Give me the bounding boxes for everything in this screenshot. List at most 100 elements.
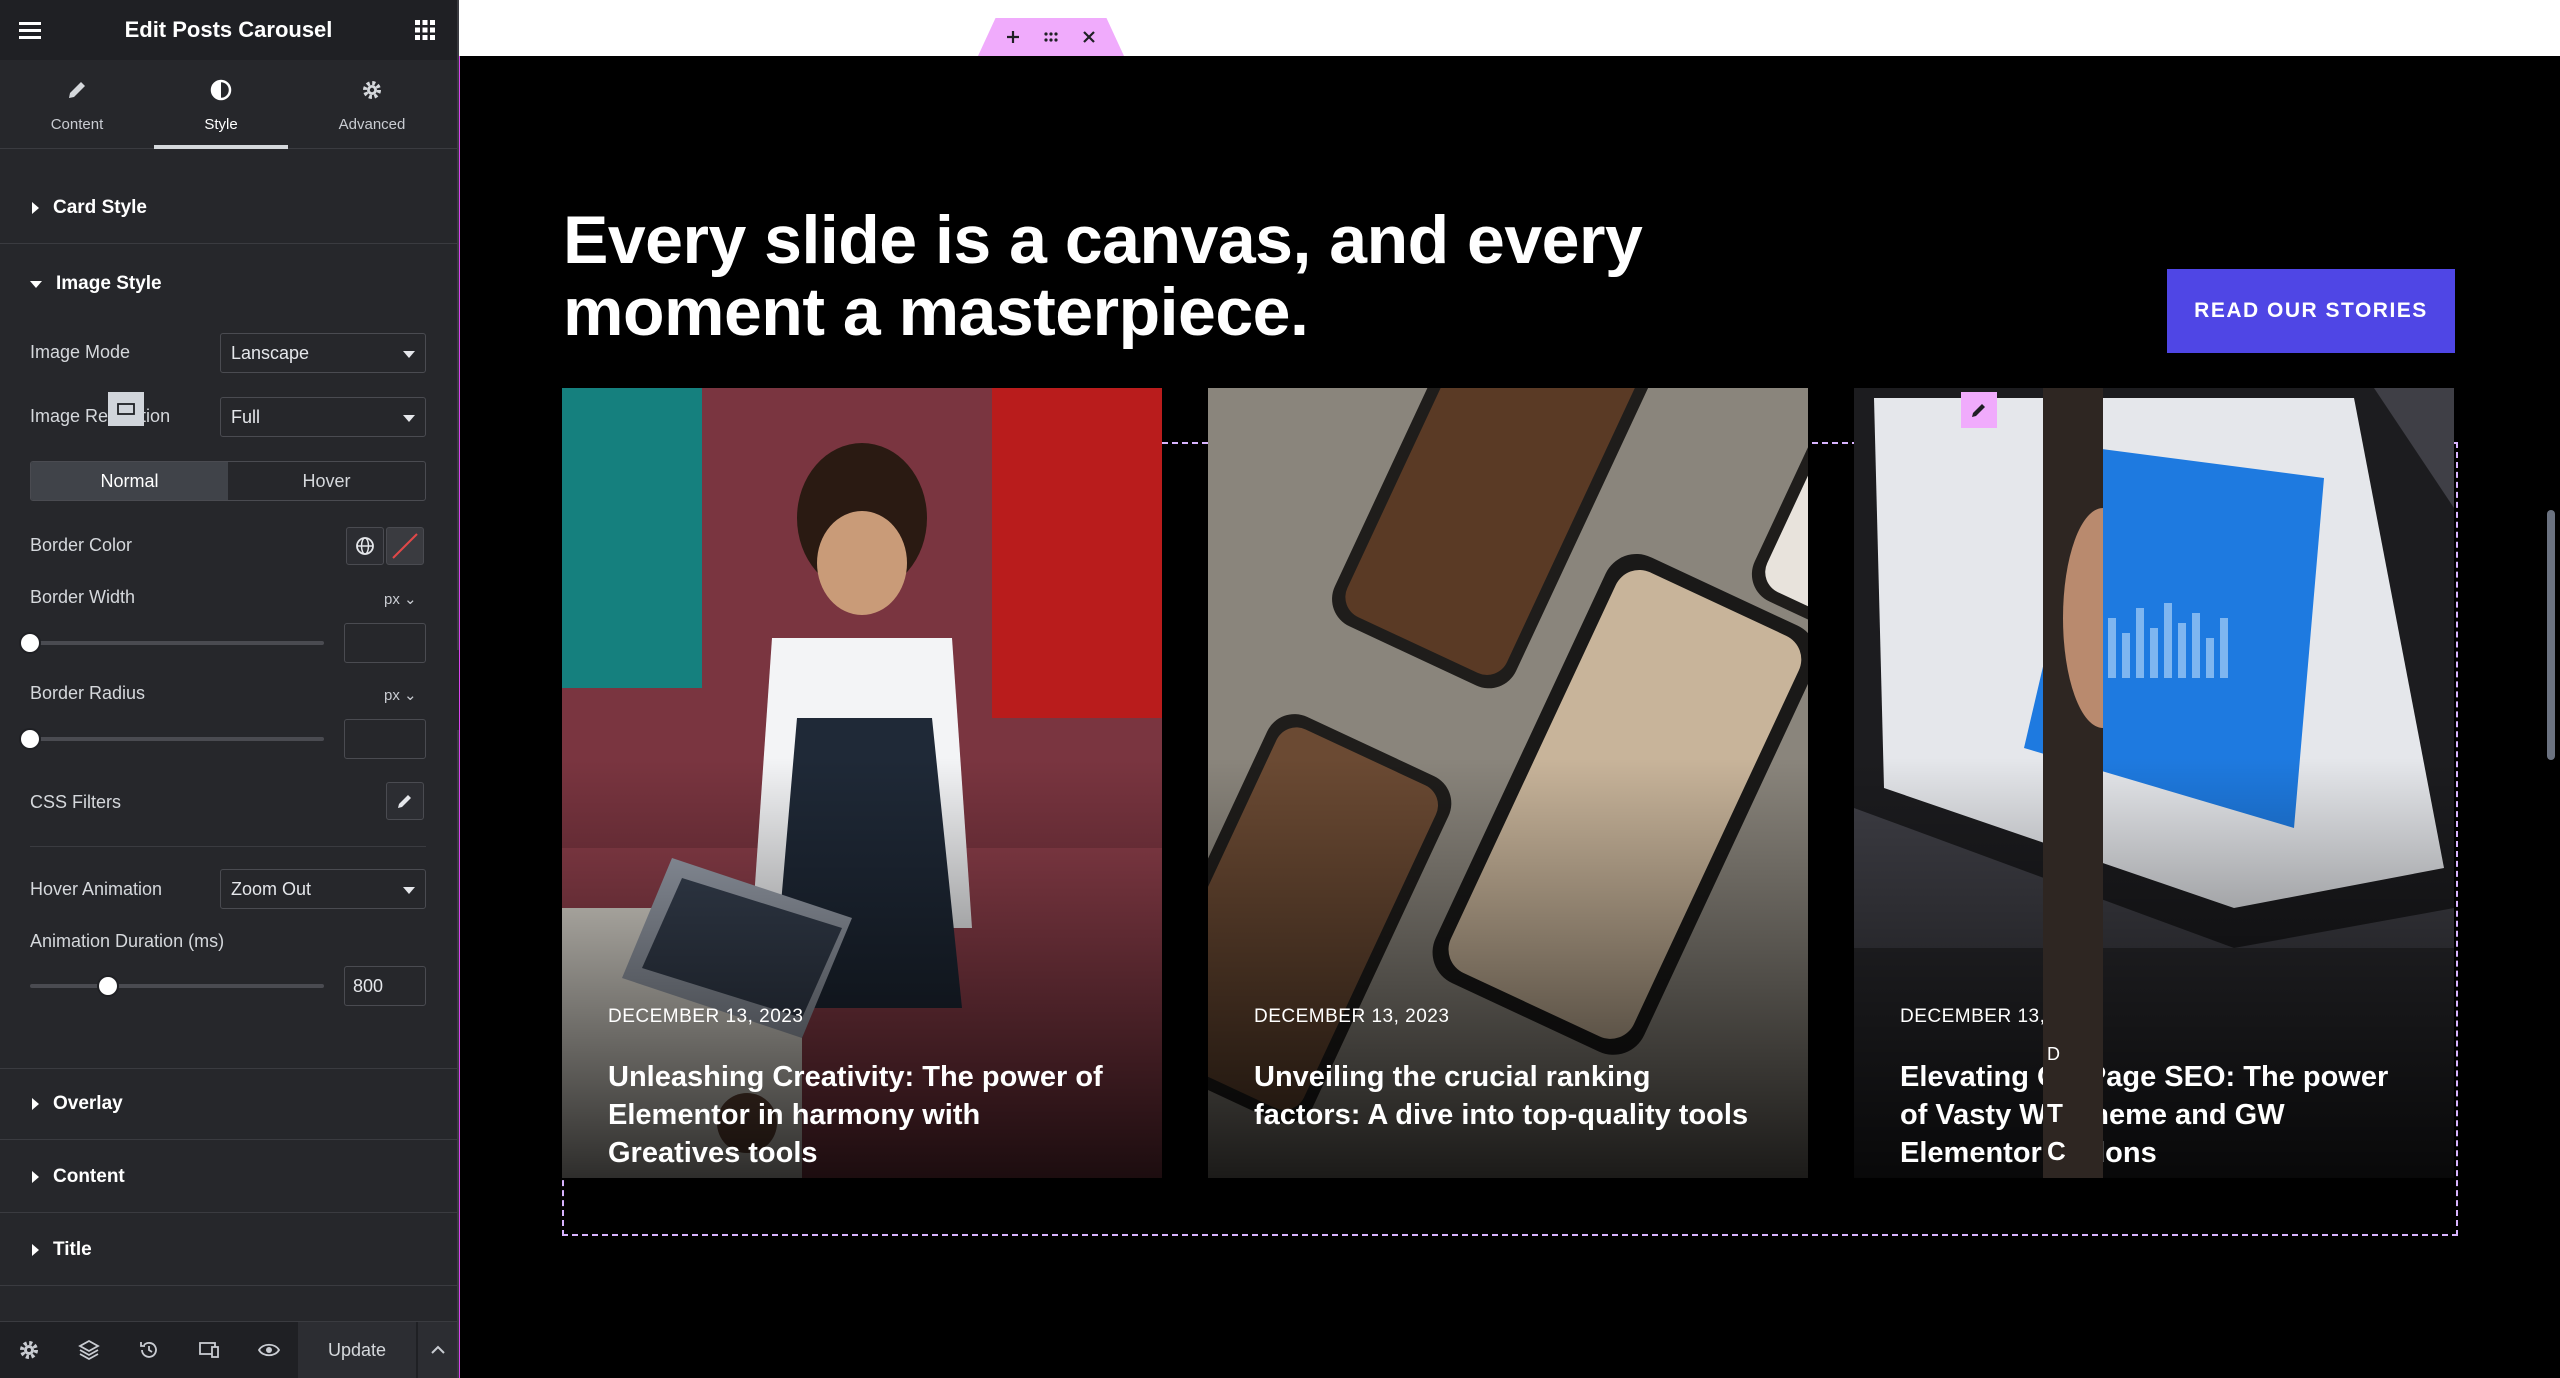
caret-right-icon — [32, 1098, 39, 1110]
preview-eye-icon[interactable] — [257, 1338, 281, 1362]
border-width-unit-label: px — [384, 591, 400, 608]
hover-animation-label: Hover Animation — [30, 879, 163, 899]
section-headline[interactable]: Every slide is a canvas, and every momen… — [563, 204, 1683, 348]
global-colors-button[interactable] — [346, 527, 384, 565]
divider — [30, 846, 426, 847]
next-post-card-peek[interactable]: D T C — [2043, 388, 2103, 1178]
image-resolution-label: Image Resolution — [30, 406, 171, 426]
section-handle — [978, 18, 1124, 56]
hover-animation-value: Zoom Out — [231, 878, 312, 899]
image-resolution-value: Full — [231, 406, 261, 427]
pencil-icon — [398, 795, 411, 808]
css-filters-label: CSS Filters — [30, 792, 122, 812]
border-width-input[interactable] — [344, 623, 426, 663]
caret-down-icon — [30, 280, 42, 288]
pencil-icon — [69, 82, 85, 98]
section-card-style[interactable]: Card Style — [0, 172, 457, 244]
border-radius-unit-label: px — [384, 687, 400, 704]
post-title[interactable]: Unveiling the crucial ranking factors: A… — [1254, 1058, 1754, 1134]
panel-header: Edit Posts Carousel — [0, 0, 457, 60]
section-image-style-label: Image Style — [56, 273, 162, 294]
dropdown-arrow-icon — [403, 887, 415, 894]
post-title[interactable]: Elevating On-Page SEO: The power of Vast… — [1900, 1058, 2400, 1172]
dropdown-arrow-icon — [403, 351, 415, 358]
responsive-mode-icon[interactable] — [197, 1338, 221, 1362]
update-options-button[interactable] — [418, 1322, 457, 1378]
section-content-label: Content — [53, 1165, 125, 1187]
image-resolution-select[interactable]: Full — [220, 397, 426, 437]
layers-icon[interactable] — [77, 1338, 101, 1362]
edit-widget-button[interactable] — [1961, 392, 1997, 428]
tab-style-label: Style — [204, 116, 238, 133]
pencil-icon — [1972, 404, 1985, 417]
border-width-label: Border Width — [30, 587, 136, 607]
peek-post-title-line2: C — [2047, 1136, 2066, 1166]
section-overlay[interactable]: Overlay — [0, 1068, 457, 1140]
peek-post-title-line1: T — [2047, 1098, 2063, 1128]
tab-content-label: Content — [50, 116, 104, 133]
post-date: DECEMBER 13, 2023 — [1254, 1006, 1450, 1027]
border-width-slider-handle[interactable] — [19, 632, 41, 654]
hover-animation-select[interactable]: Zoom Out — [220, 869, 426, 909]
panel-tabs: Content Style Advanced — [0, 60, 457, 149]
section-title-label: Title — [53, 1238, 92, 1260]
panel-footer: Update — [0, 1321, 457, 1378]
tab-style[interactable]: Style — [154, 60, 288, 149]
border-radius-slider-handle[interactable] — [19, 728, 41, 750]
image-mode-select[interactable]: Lanscape — [220, 333, 426, 373]
half-circle-icon — [210, 79, 232, 101]
gear-icon — [363, 81, 381, 99]
animation-duration-input[interactable]: 800 — [344, 966, 426, 1006]
border-radius-slider-track[interactable] — [30, 737, 324, 741]
scrollbar[interactable] — [2547, 510, 2555, 760]
post-card[interactable]: DECEMBER 13, 2023 Unleashing Creativity:… — [562, 388, 1162, 1178]
border-width-unit[interactable]: px ⌄ — [384, 590, 417, 608]
post-title[interactable]: Unleashing Creativity: The power of Elem… — [608, 1058, 1108, 1172]
drag-handle-icon[interactable] — [1043, 29, 1059, 45]
section-card-style-label: Card Style — [53, 196, 147, 218]
tab-content[interactable]: Content — [10, 60, 144, 148]
state-hover-button[interactable]: Hover — [228, 462, 425, 500]
section-overlay-label: Overlay — [53, 1093, 123, 1114]
animation-duration-slider-handle[interactable] — [97, 975, 119, 997]
globe-icon — [356, 537, 374, 555]
image-mode-value: Lanscape — [231, 342, 310, 363]
border-radius-unit[interactable]: px ⌄ — [384, 686, 417, 704]
normal-hover-toggle: Normal Hover — [30, 461, 426, 501]
animation-duration-slider-track[interactable] — [30, 984, 324, 988]
caret-right-icon — [32, 201, 39, 214]
caret-right-icon — [32, 1243, 39, 1256]
panel-title: Edit Posts Carousel — [124, 17, 333, 42]
tab-advanced[interactable]: Advanced — [305, 60, 439, 148]
section-content[interactable]: Content — [0, 1141, 457, 1213]
state-normal-button[interactable]: Normal — [31, 462, 228, 500]
border-radius-label: Border Radius — [30, 683, 146, 703]
css-filters-edit-button[interactable] — [386, 782, 424, 820]
widgets-grid-icon[interactable] — [411, 16, 439, 44]
dropdown-arrow-icon — [403, 415, 415, 422]
read-our-stories-button[interactable]: READ OUR STORIES — [2167, 269, 2455, 353]
image-widget-icon[interactable] — [108, 392, 144, 426]
add-icon[interactable] — [1005, 29, 1021, 45]
border-color-label: Border Color — [30, 535, 133, 555]
border-color-swatch[interactable] — [386, 527, 424, 565]
history-icon[interactable] — [137, 1338, 161, 1362]
editor-panel: Edit Posts Carousel Content Style Advanc… — [0, 0, 459, 1378]
post-card[interactable]: DECEMBER 13, 2023 Unveiling the crucial … — [1208, 388, 1808, 1178]
hamburger-menu-icon[interactable] — [16, 16, 44, 44]
section-title[interactable]: Title — [0, 1214, 457, 1286]
chevron-up-icon — [431, 1345, 445, 1354]
caret-right-icon — [32, 1170, 39, 1183]
no-color-slash-icon — [392, 533, 418, 559]
close-icon[interactable] — [1081, 29, 1097, 45]
image-mode-label: Image Mode — [30, 342, 131, 362]
post-card[interactable]: DECEMBER 13, 2023 Elevating On-Page SEO:… — [1854, 388, 2454, 1178]
post-date: DECEMBER 13, 2023 — [608, 1006, 804, 1027]
border-radius-input[interactable] — [344, 719, 426, 759]
border-width-slider-track[interactable] — [30, 641, 324, 645]
settings-icon[interactable] — [17, 1338, 41, 1362]
update-button[interactable]: Update — [298, 1322, 416, 1378]
rectangle-icon — [117, 403, 135, 415]
section-image-style[interactable]: Image Style — [0, 248, 457, 320]
animation-duration-label: Animation Duration (ms) — [30, 931, 225, 951]
